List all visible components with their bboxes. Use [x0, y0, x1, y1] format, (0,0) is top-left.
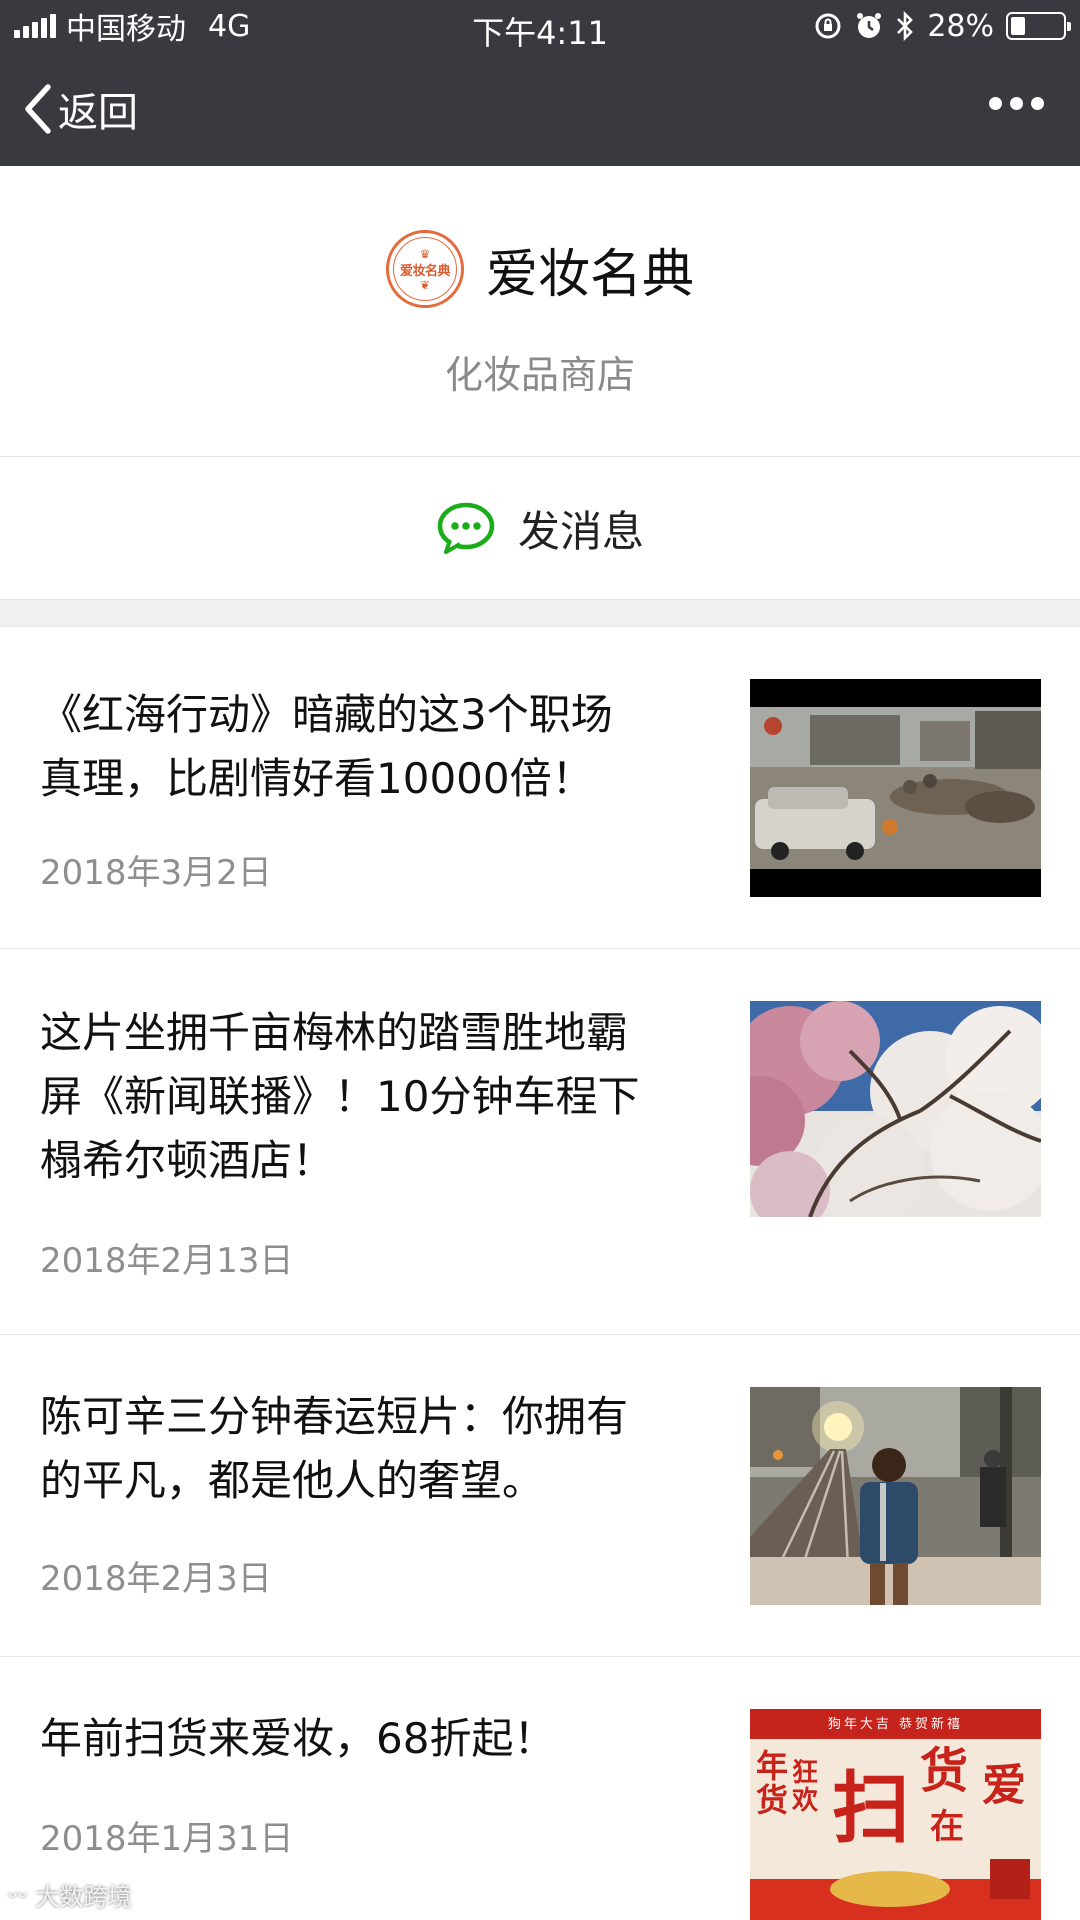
title-line: 的平凡，都是他人的奢望。	[40, 1456, 545, 1505]
crown-icon: ♛	[419, 246, 431, 261]
title-line: 陈可辛三分钟春运短片：你拥有	[40, 1392, 629, 1441]
account-name: 爱妆名典	[485, 244, 694, 305]
article-date: 2018年2月3日	[40, 1559, 272, 1599]
article-thumbnail	[750, 1001, 1041, 1217]
article-date: 2018年1月31日	[40, 1819, 294, 1859]
account-category: 化妆品商店	[444, 353, 635, 397]
account-profile: ♛ 爱妆名典 ❦ 爱妆名典 化妆品商店	[0, 166, 1080, 456]
article-title: 陈可辛三分钟春运短片：你拥有 的平凡，都是他人的奢望。	[40, 1385, 710, 1513]
chevron-left-icon	[25, 84, 51, 134]
battery-icon	[1006, 12, 1071, 40]
laurel-icon: ❦	[419, 277, 431, 292]
article-thumbnail	[750, 679, 1041, 897]
article-thumbnail: 狗年大吉 恭贺新禧 年货 狂欢 扫 货 在 爱	[750, 1709, 1041, 1920]
poster-text: 爱	[982, 1760, 1026, 1811]
title-line: 屏《新闻联播》！10分钟车程下	[40, 1072, 640, 1121]
back-button[interactable]: 返回	[20, 80, 138, 138]
poster-text: 狂欢	[792, 1758, 819, 1816]
title-line: 榻希尔顿酒店！	[40, 1136, 335, 1185]
send-message-button[interactable]: 发消息	[0, 456, 1080, 600]
navigation-bar: 返回	[0, 52, 1080, 166]
article-list: 《红海行动》暗藏的这3个职场 真理，比剧情好看10000倍！ 2018年3月2日	[0, 626, 1080, 1920]
more-dot	[1010, 97, 1023, 110]
rotation-lock-icon	[815, 13, 841, 39]
logo-text: 爱妆名典	[399, 263, 451, 279]
article-item[interactable]: 陈可辛三分钟春运短片：你拥有 的平凡，都是他人的奢望。 2018年2月3日	[0, 1335, 1080, 1657]
account-logo[interactable]: ♛ 爱妆名典 ❦	[385, 230, 464, 308]
watermark-text: 大数跨境	[35, 1883, 132, 1911]
title-line: 这片坐拥千亩梅林的踏雪胜地霸	[40, 1008, 629, 1057]
poster-banner-text: 狗年大吉 恭贺新禧	[827, 1717, 964, 1732]
article-title: 年前扫货来爱妆，68折起！	[40, 1707, 710, 1771]
article-title: 《红海行动》暗藏的这3个职场 真理，比剧情好看10000倍！	[40, 683, 710, 811]
watermark: ᵕᵕ 大数跨境	[8, 1877, 132, 1912]
battery-percent: 28%	[927, 8, 994, 44]
back-label: 返回	[58, 90, 138, 136]
article-title: 这片坐拥千亩梅林的踏雪胜地霸 屏《新闻联播》！10分钟车程下 榻希尔顿酒店！	[40, 1001, 710, 1193]
send-message-label: 发消息	[517, 506, 644, 556]
poster-text: 扫	[832, 1764, 911, 1854]
more-dot	[1031, 97, 1044, 110]
article-date: 2018年2月13日	[40, 1241, 294, 1281]
title-line: 年前扫货来爱妆，68折起！	[40, 1714, 556, 1763]
article-date: 2018年3月2日	[40, 853, 272, 893]
article-item[interactable]: 《红海行动》暗藏的这3个职场 真理，比剧情好看10000倍！ 2018年3月2日	[0, 627, 1080, 949]
article-item[interactable]: 这片坐拥千亩梅林的踏雪胜地霸 屏《新闻联播》！10分钟车程下 榻希尔顿酒店！ 2…	[0, 949, 1080, 1335]
title-line: 《红海行动》暗藏的这3个职场	[40, 690, 613, 739]
title-line: 真理，比剧情好看10000倍！	[40, 754, 594, 803]
status-bar: 中国移动 4G 下午4:11 28%	[0, 0, 1080, 52]
article-item[interactable]: 年前扫货来爱妆，68折起！ 2018年1月31日 狗年大吉 恭贺新禧 年货 狂欢…	[0, 1657, 1080, 1920]
more-dot	[989, 97, 1002, 110]
poster-text: 货	[920, 1743, 969, 1799]
more-options-button[interactable]	[989, 97, 1044, 110]
bluetooth-icon	[897, 10, 914, 42]
alarm-icon	[857, 13, 882, 38]
article-thumbnail	[750, 1387, 1041, 1605]
watermark-logo-icon: ᵕᵕ	[8, 1883, 28, 1911]
poster-text: 年货	[756, 1747, 789, 1819]
chat-bubble-icon	[437, 502, 495, 554]
poster-text: 在	[930, 1807, 964, 1847]
